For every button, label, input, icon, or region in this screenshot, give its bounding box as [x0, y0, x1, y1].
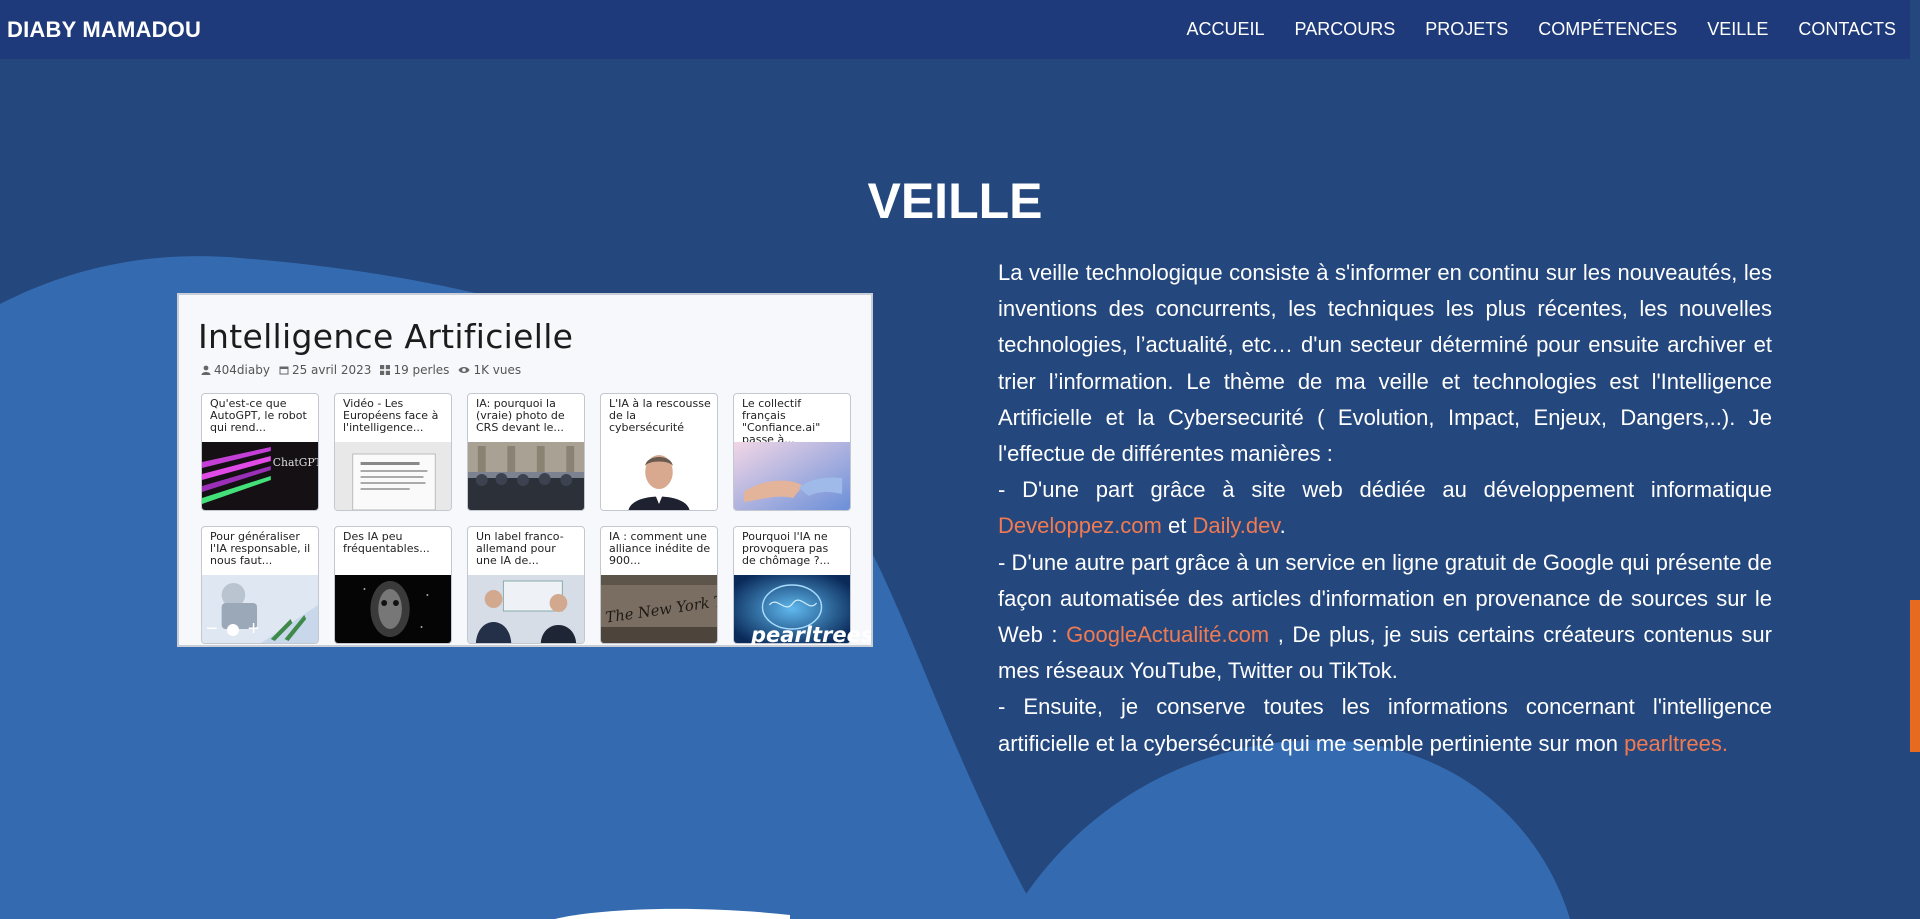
zoom-out-button[interactable]: −: [206, 618, 218, 641]
brand-logo[interactable]: DIABY MAMADOU: [7, 17, 201, 43]
pearl-caption: L'IA à la rescousse de la cybersécurité: [609, 397, 711, 434]
veille-intro-paragraph: La veille technologique consiste à s'inf…: [998, 260, 1772, 467]
pearl-caption: IA : comment une alliance inédite de 900…: [609, 530, 711, 567]
nav-link-parcours[interactable]: PARCOURS: [1295, 19, 1396, 40]
nav-link-veille[interactable]: VEILLE: [1707, 19, 1768, 40]
pearltrees-link[interactable]: pearltrees.: [1624, 731, 1728, 756]
pearl-caption: Qu'est-ce que AutoGPT, le robot qui rend…: [210, 397, 307, 434]
collection-meta: 404diaby 25 avril 2023 19 perles 1K vues: [201, 363, 530, 377]
nav-link-projets[interactable]: PROJETS: [1425, 19, 1508, 40]
zoom-control: − +: [206, 618, 268, 641]
nav-link-contacts[interactable]: CONTACTS: [1798, 19, 1896, 40]
chatgpt-thumbnail: ChatGPT: [202, 442, 318, 510]
riot-police-thumbnail: [468, 442, 584, 510]
veille-description: La veille technologique consiste à s'inf…: [998, 255, 1772, 762]
collection-title[interactable]: Intelligence Artificielle: [198, 317, 573, 356]
pearl-tile[interactable]: Le collectif français "Confiance.ai" pas…: [733, 393, 851, 511]
meta-date-label: 25 avril 2023: [291, 363, 372, 377]
pearl-tile[interactable]: IA : comment une alliance inédite de 900…: [600, 526, 718, 644]
pearl-caption: Vidéo - Les Européens face à l'intellige…: [343, 397, 439, 434]
portrait-thumbnail: [601, 442, 717, 510]
scrollbar-thumb[interactable]: [1910, 600, 1920, 752]
new-york-times-thumbnail: The New York Times: [601, 575, 717, 643]
pearl-tile[interactable]: Un label franco-allemand pour une IA de.…: [467, 526, 585, 644]
pearl-caption: Un label franco-allemand pour une IA de.…: [476, 530, 564, 567]
meta-author-label: 404diaby: [214, 363, 270, 377]
nav-links: ACCUEIL PARCOURS PROJETS COMPÉTENCES VEI…: [1157, 19, 1896, 40]
meta-date: 25 avril 2023: [279, 363, 372, 377]
dark-face-thumbnail: [335, 575, 451, 643]
two-men-thumbnail: [468, 575, 584, 643]
veille-source-google: - D'une autre part grâce à un service en…: [998, 545, 1772, 690]
pearltrees-embed[interactable]: Intelligence Artificielle 404diaby 25 av…: [177, 293, 873, 647]
meta-pearls-label: 19 perles: [393, 363, 450, 377]
pearl-caption: IA: pourquoi la (vraie) photo de CRS dev…: [476, 397, 565, 434]
veille-source-pearltrees: - Ensuite, je conserve toutes les inform…: [998, 689, 1772, 761]
text-segment: et: [1161, 513, 1193, 539]
pearl-tile[interactable]: L'IA à la rescousse de la cybersécurité: [600, 393, 718, 511]
pearl-grid: Qu'est-ce que AutoGPT, le robot qui rend…: [201, 393, 855, 644]
user-icon: [201, 365, 211, 375]
pearl-tile[interactable]: IA: pourquoi la (vraie) photo de CRS dev…: [467, 393, 585, 511]
navbar: DIABY MAMADOU ACCUEIL PARCOURS PROJETS C…: [0, 0, 1910, 59]
zoom-slider-handle[interactable]: [226, 623, 239, 636]
meta-pearls: 19 perles: [380, 363, 449, 377]
document-thumbnail: [335, 442, 451, 510]
veille-source-websites: - D'une part grâce à site web dédiée au …: [998, 472, 1772, 544]
section-title: VEILLE: [867, 173, 1043, 229]
nav-link-accueil[interactable]: ACCUEIL: [1187, 19, 1265, 40]
calendar-icon: [279, 366, 289, 375]
pearl-caption: Des IA peu fréquentables...: [343, 530, 430, 555]
grid-icon: [380, 365, 391, 375]
developpez-link[interactable]: Developpez.com: [998, 513, 1162, 538]
pearl-caption: Pourquoi l'IA ne provoquera pas de chôma…: [742, 530, 831, 567]
nav-link-competences[interactable]: COMPÉTENCES: [1538, 19, 1677, 40]
eye-icon: [458, 367, 470, 373]
meta-author[interactable]: 404diaby: [201, 363, 270, 377]
google-actualite-link[interactable]: GoogleActualité.com: [1066, 622, 1269, 647]
zoom-in-button[interactable]: +: [248, 618, 260, 641]
svg-text:ChatGPT: ChatGPT: [273, 456, 318, 469]
text-segment: - D'une part grâce à site web dédiée au …: [998, 477, 1772, 503]
pearl-caption: Le collectif français "Confiance.ai" pas…: [742, 397, 821, 443]
dailydev-link[interactable]: Daily.dev: [1192, 513, 1279, 538]
text-segment: .: [1279, 513, 1286, 539]
handshake-thumbnail: [734, 442, 850, 510]
scrollbar-track[interactable]: [1910, 0, 1920, 919]
pearl-tile[interactable]: Vidéo - Les Européens face à l'intellige…: [334, 393, 452, 511]
pearl-caption: Pour généraliser l'IA responsable, il no…: [210, 530, 311, 567]
pearl-tile[interactable]: Des IA peu fréquentables...: [334, 526, 452, 644]
meta-views-label: 1K vues: [473, 363, 522, 377]
pearltrees-logo[interactable]: pearltrees: [751, 623, 871, 645]
meta-views: 1K vues: [458, 363, 521, 377]
pearl-tile[interactable]: Qu'est-ce que AutoGPT, le robot qui rend…: [201, 393, 319, 511]
